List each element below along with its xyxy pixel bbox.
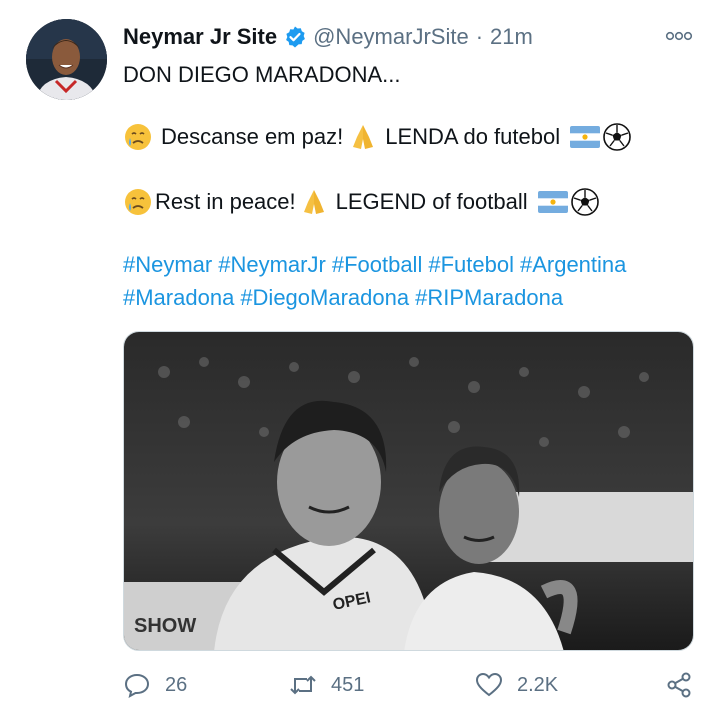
- hashtag-link[interactable]: #Maradona: [123, 285, 234, 310]
- crying-face-emoji: [125, 124, 151, 150]
- hashtag-link[interactable]: #RIPMaradona: [415, 285, 563, 310]
- header-separator: ·: [475, 24, 484, 49]
- reply-button[interactable]: 26: [123, 671, 187, 699]
- descanse-text: Descanse em paz!: [161, 124, 344, 149]
- share-icon: [667, 672, 691, 698]
- verified-badge-icon: [286, 26, 305, 48]
- argentina-flag-emoji: [570, 126, 601, 148]
- like-count: 2.2K: [517, 673, 559, 696]
- rest-in-peace-text: Rest in peace!: [155, 189, 296, 214]
- folded-hands-emoji: [353, 125, 374, 149]
- retweet-count: 451: [331, 673, 365, 696]
- tweet-action-bar: 26 451 2.2K: [123, 668, 703, 702]
- hashtag-link[interactable]: #Neymar: [123, 252, 212, 277]
- argentina-flag-emoji: [537, 191, 568, 213]
- tweet-media-photo[interactable]: SHOW OPEI: [123, 331, 694, 651]
- tweet-text-line-1: DON DIEGO MARADONA...: [123, 61, 400, 89]
- hashtag-link[interactable]: #Futebol: [428, 252, 514, 277]
- board-text: SHOW: [134, 615, 196, 637]
- retweet-icon: [290, 675, 316, 695]
- like-icon: [475, 672, 503, 697]
- lenda-text: LENDA do futebol: [385, 124, 561, 149]
- like-button[interactable]: 2.2K: [475, 671, 558, 699]
- share-button[interactable]: [665, 671, 693, 699]
- tweet-timestamp[interactable]: 21m: [490, 24, 533, 50]
- legend-text: LEGEND of football: [335, 189, 528, 214]
- hashtag-link[interactable]: #NeymarJr: [218, 252, 326, 277]
- folded-hands-emoji: [303, 190, 324, 214]
- hashtag-row-2: #Maradona #DiegoMaradona #RIPMaradona: [123, 285, 569, 311]
- tweet-header: Neymar Jr Site @NeymarJrSite · 21m: [123, 22, 533, 52]
- tweet-title-text: DON DIEGO MARADONA...: [123, 62, 401, 87]
- tweet-text-line-3: Rest in peace! LEGEND of football: [123, 186, 600, 218]
- author-handle[interactable]: @NeymarJrSite: [313, 24, 469, 50]
- hashtag-link[interactable]: #Argentina: [520, 252, 626, 277]
- soccer-ball-emoji: [570, 188, 599, 216]
- hashtag-row-1: #Neymar #NeymarJr #Football #Futebol #Argent…: [123, 252, 632, 278]
- hashtag-link[interactable]: #DiegoMaradona: [240, 285, 409, 310]
- crying-face-emoji: [125, 189, 151, 215]
- soccer-ball-emoji: [603, 123, 631, 151]
- more-options-icon[interactable]: [664, 27, 694, 45]
- retweet-button[interactable]: 451: [289, 671, 364, 699]
- hashtag-link[interactable]: #Football: [332, 252, 423, 277]
- author-avatar[interactable]: [26, 19, 107, 100]
- reply-count: 26: [165, 673, 188, 696]
- avatar-photo: [26, 19, 107, 100]
- reply-icon: [124, 673, 150, 698]
- author-name[interactable]: Neymar Jr Site: [123, 24, 277, 50]
- maradona-neymar-photo: SHOW OPEI: [124, 332, 693, 650]
- tweet-text-line-2: Descanse em paz! LENDA do futebol: [123, 121, 632, 153]
